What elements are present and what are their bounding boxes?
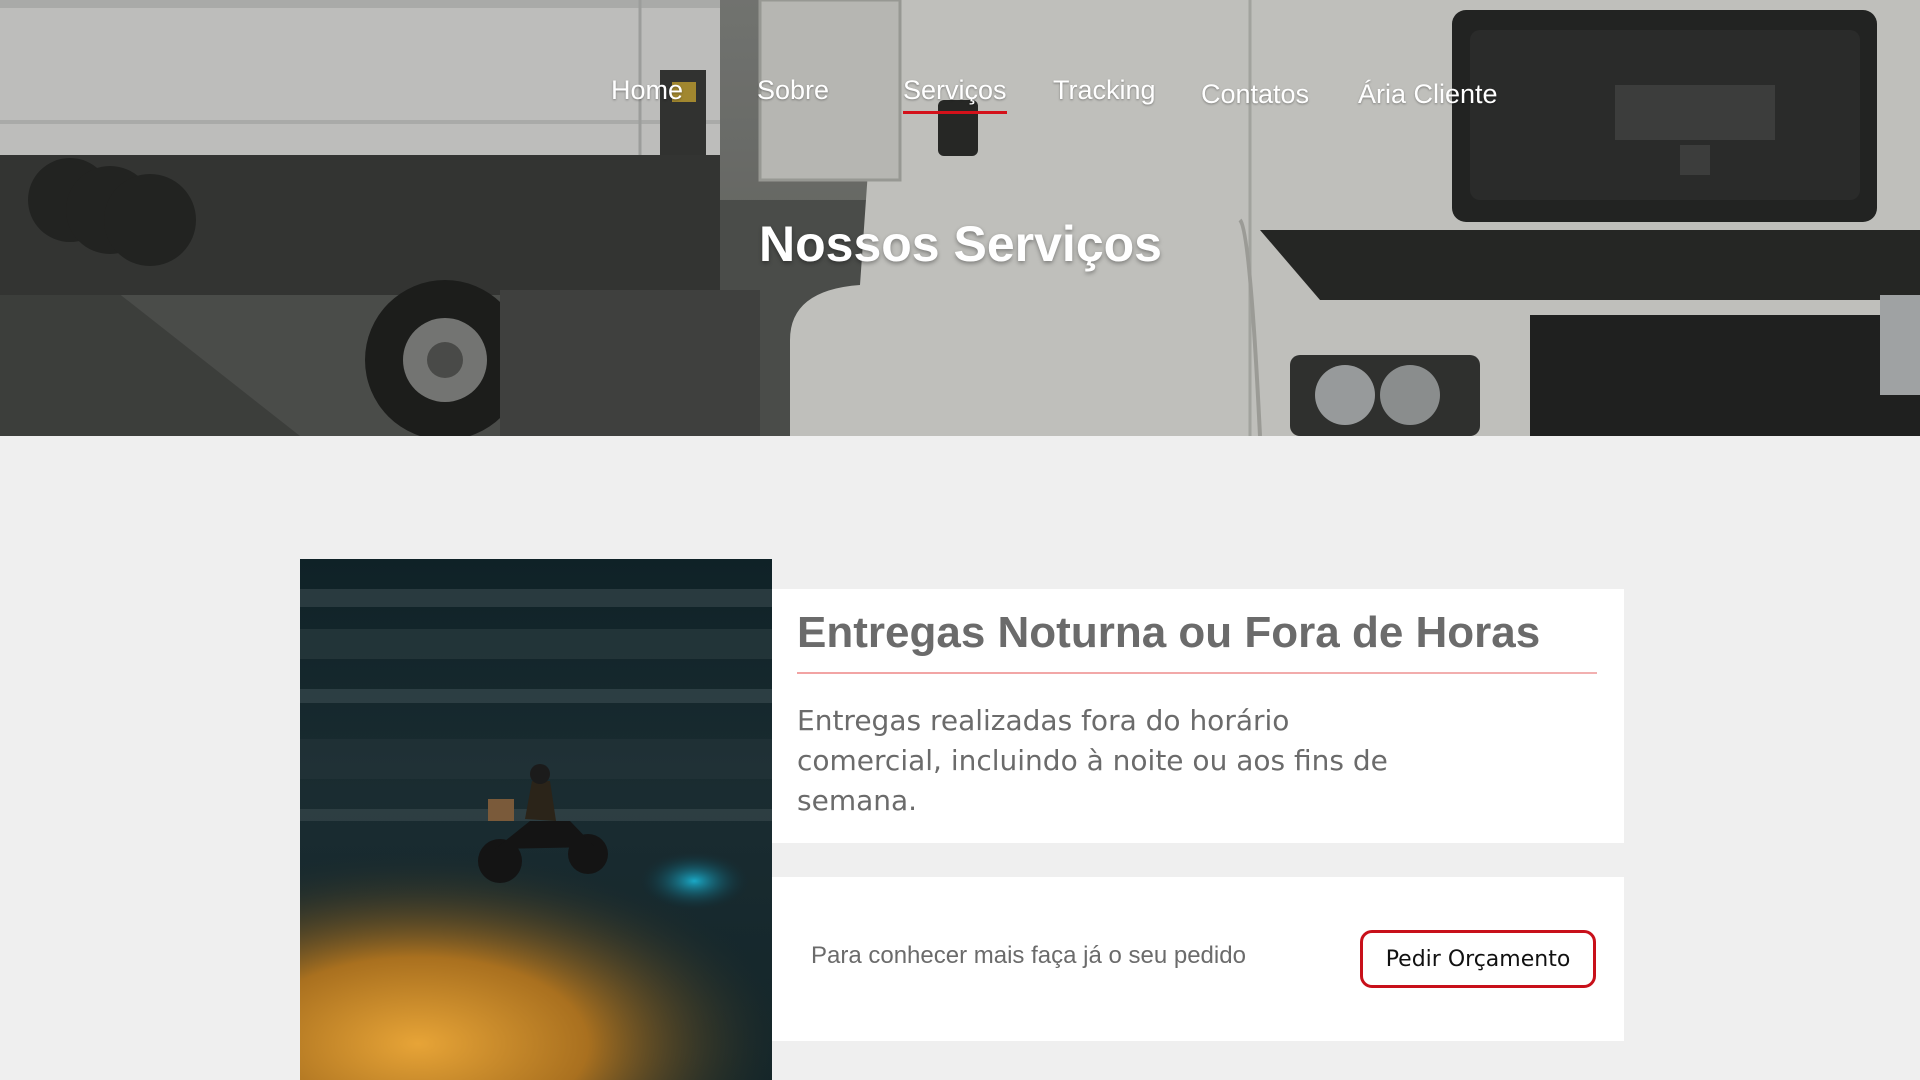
quote-request-panel: Para conhecer mais faça já o seu pedido … bbox=[772, 877, 1624, 1041]
nav-item-servicos[interactable]: Serviços bbox=[903, 70, 1007, 114]
service-description: Entregas realizadas fora do horário come… bbox=[797, 704, 1388, 817]
hero-banner: Home Sobre Serviços Tracking Contatos Ár… bbox=[0, 0, 1920, 436]
main-navigation: Home Sobre Serviços Tracking Contatos Ár… bbox=[0, 70, 1920, 120]
page-title: Nossos Serviços bbox=[759, 216, 1162, 272]
service-title: Entregas Noturna ou Fora de Horas bbox=[797, 608, 1541, 657]
nav-item-tracking[interactable]: Tracking bbox=[1053, 70, 1156, 110]
title-divider bbox=[797, 672, 1597, 674]
service-image bbox=[300, 559, 772, 1080]
night-motorcycle-delivery-photo bbox=[300, 559, 772, 1080]
request-quote-button[interactable]: Pedir Orçamento bbox=[1360, 930, 1596, 988]
cta-text: Para conhecer mais faça já o seu pedido bbox=[811, 942, 1246, 969]
service-card: Entregas Noturna ou Fora de Horas Entreg… bbox=[772, 589, 1624, 843]
nav-item-sobre[interactable]: Sobre bbox=[757, 70, 829, 110]
nav-item-contatos[interactable]: Contatos bbox=[1201, 74, 1309, 114]
nav-item-home[interactable]: Home bbox=[611, 70, 683, 110]
nav-item-aria-cliente[interactable]: Ária Cliente bbox=[1358, 74, 1498, 114]
